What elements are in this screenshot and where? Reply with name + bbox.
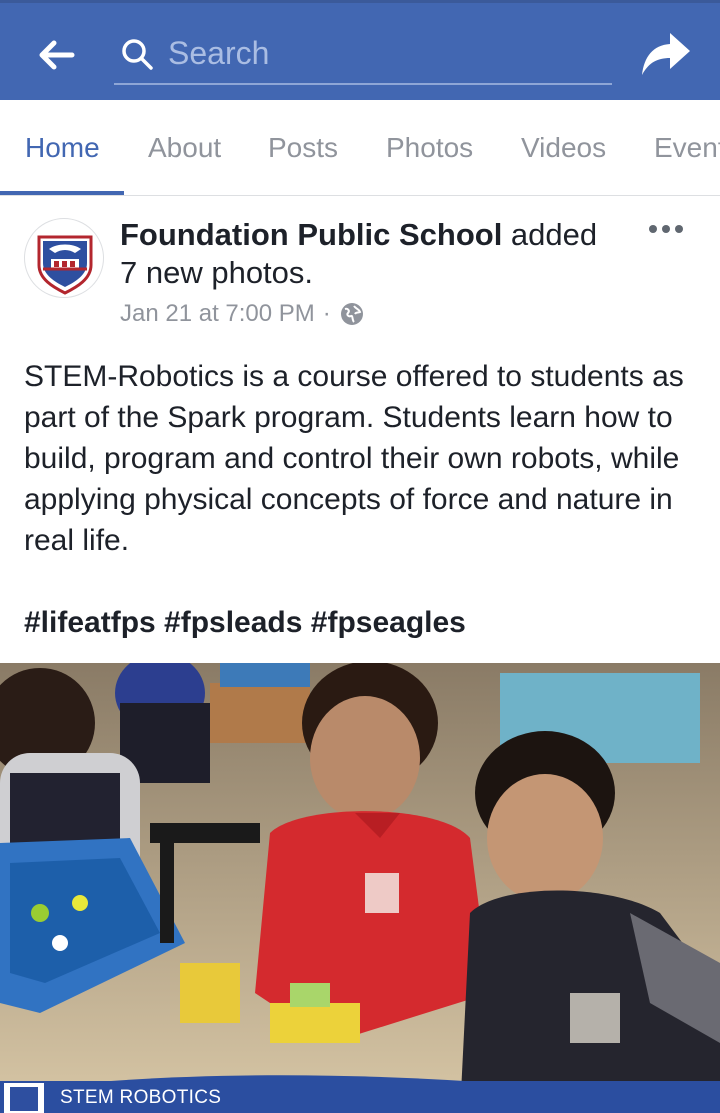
- robotics-class-photo: [0, 663, 720, 1113]
- more-options-icon[interactable]: [648, 222, 684, 234]
- school-crest-icon: [37, 235, 93, 295]
- globe-icon: [339, 301, 365, 327]
- tab-home[interactable]: Home: [25, 132, 100, 164]
- top-bar: Search: [0, 0, 720, 100]
- search-field[interactable]: Search: [114, 25, 612, 85]
- post-hashtags[interactable]: #lifeatfps #fpsleads #fpseagles: [24, 602, 704, 643]
- back-arrow-icon[interactable]: [36, 37, 76, 73]
- post-meta: Jan 21 at 7:00 PM ·: [120, 300, 365, 328]
- tab-events[interactable]: Events: [654, 132, 720, 164]
- share-icon[interactable]: [640, 31, 692, 77]
- tab-videos[interactable]: Videos: [521, 132, 606, 164]
- photo-caption: STEM ROBOTICS: [60, 1087, 222, 1108]
- meta-separator: ·: [322, 300, 331, 327]
- post-header: Foundation Public School added 7 new pho…: [0, 196, 720, 336]
- page-tabs: Home About Posts Photos Videos Events: [0, 100, 720, 196]
- post-timestamp[interactable]: Jan 21 at 7:00 PM: [120, 300, 315, 328]
- page-name-link[interactable]: Foundation Public School: [120, 217, 502, 252]
- avatar[interactable]: [24, 218, 104, 298]
- tab-about[interactable]: About: [148, 132, 221, 164]
- tab-posts[interactable]: Posts: [268, 132, 338, 164]
- post-photo[interactable]: STEM ROBOTICS: [0, 663, 720, 1113]
- post-text: STEM-Robotics is a course offered to stu…: [24, 360, 684, 557]
- post-headline: Foundation Public School added 7 new pho…: [120, 216, 620, 292]
- search-placeholder: Search: [168, 35, 270, 71]
- tab-photos[interactable]: Photos: [386, 132, 473, 164]
- search-icon: [120, 37, 154, 71]
